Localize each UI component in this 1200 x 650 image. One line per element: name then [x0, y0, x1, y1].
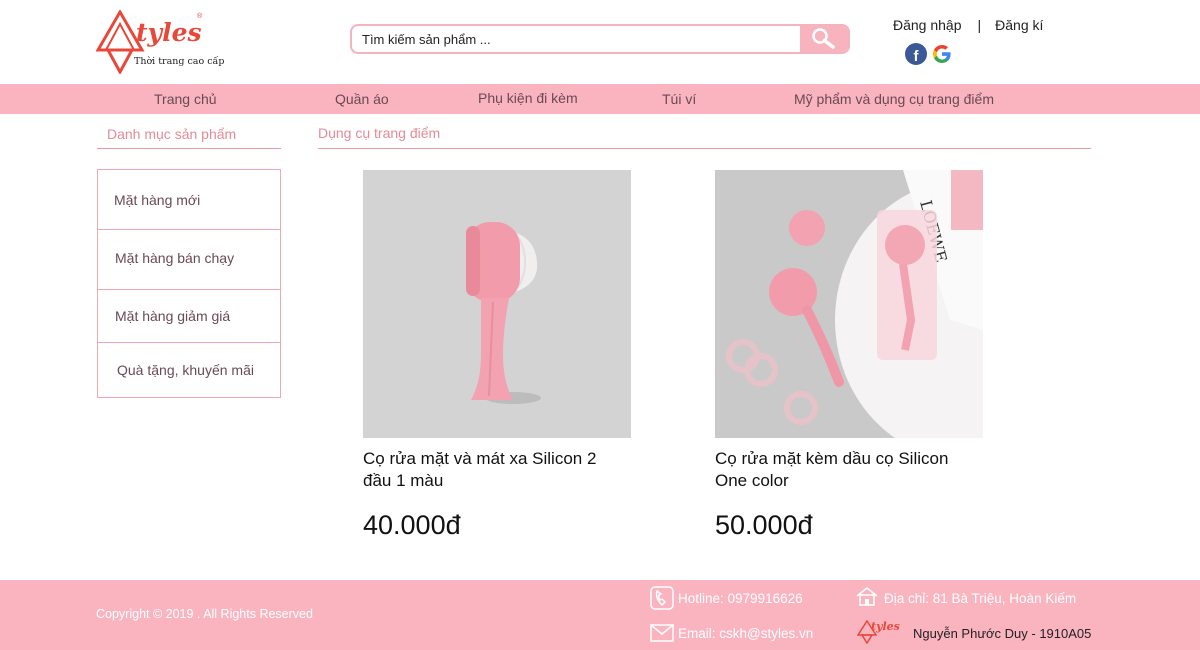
social-login: f — [905, 43, 953, 65]
email-icon — [650, 624, 674, 642]
category-label: Mặt hàng mới — [114, 191, 201, 208]
product-card: Cọ rửa mặt và mát xa Silicon 2 đầu 1 màu… — [363, 170, 631, 541]
product-price: 40.000đ — [363, 510, 461, 540]
product-price: 50.000đ — [715, 510, 813, 540]
address-text: Địa chỉ: 81 Bà Triệu, Hoàn Kiếm — [884, 591, 1077, 606]
sidebar-title: Danh mục sản phẩm — [107, 126, 237, 142]
nav-item-home[interactable]: Trang chủ — [154, 91, 217, 107]
nav-item-clothing[interactable]: Quần áo — [335, 91, 389, 107]
category-label: Quà tặng, khuyến mãi — [117, 362, 254, 378]
footer-logo: tyles — [856, 619, 905, 646]
category-list: Mặt hàng mới Mặt hàng bán chạy Mặt hàng … — [97, 169, 281, 398]
face-brush-image — [363, 170, 631, 438]
copyright-text: Copyright © 2019 . All Rights Reserved — [96, 607, 313, 621]
brand-logo[interactable]: tyles ® Thời trang cao cấp — [95, 9, 225, 76]
sidebar-divider — [97, 148, 281, 149]
product-card: LOEWE Cọ rửa mặt kèm dầu cọ Silicon One … — [715, 170, 983, 541]
register-link[interactable]: Đăng kí — [995, 17, 1043, 33]
footer: Copyright © 2019 . All Rights Reserved H… — [0, 580, 1200, 650]
category-item-new[interactable]: Mặt hàng mới — [98, 170, 280, 230]
product-name[interactable]: Cọ rửa mặt và mát xa Silicon 2 đầu 1 màu — [363, 448, 623, 492]
auth-separator: | — [977, 17, 982, 33]
page: tyles ® Thời trang cao cấp Đăng nhập|Đăn… — [0, 0, 1200, 650]
logo-registered: ® — [197, 13, 203, 20]
email-text[interactable]: Email: cskh@styles.vn — [678, 626, 813, 641]
auth-links: Đăng nhập | Đăng kí — [893, 17, 1043, 33]
section-divider — [318, 148, 1091, 149]
search-input[interactable] — [352, 26, 800, 52]
category-item-gifts[interactable]: Quà tặng, khuyến mãi — [98, 343, 280, 397]
category-item-bestseller[interactable]: Mặt hàng bán chạy — [98, 230, 280, 290]
section-title: Dụng cụ trang điểm — [318, 125, 441, 141]
product-name[interactable]: Cọ rửa mặt kèm dầu cọ Silicon One color — [715, 448, 975, 492]
logo-text: tyles — [136, 18, 202, 47]
nav-item-cosmetics[interactable]: Mỹ phẩm và dụng cụ trang điểm — [794, 91, 994, 107]
category-label: Mặt hàng bán chạy — [115, 249, 235, 266]
brush-set-image: LOEWE — [715, 170, 983, 438]
home-icon — [856, 586, 878, 606]
search-icon — [812, 28, 835, 49]
logo-tagline: Thời trang cao cấp — [134, 56, 225, 67]
login-link[interactable]: Đăng nhập — [893, 17, 962, 33]
hotline-text[interactable]: Hotline: 0979916626 — [678, 591, 803, 606]
product-image[interactable]: LOEWE — [715, 170, 983, 438]
google-icon[interactable] — [931, 43, 953, 65]
footer-logo-text: tyles — [871, 620, 900, 633]
category-item-discount[interactable]: Mặt hàng giảm giá — [98, 290, 280, 343]
main-nav: Trang chủ Quần áo Phụ kiện đi kèm Túi ví… — [0, 84, 1200, 114]
nav-item-accessories[interactable]: Phụ kiện đi kèm — [478, 90, 578, 106]
nav-item-bags[interactable]: Túi ví — [662, 91, 696, 107]
search-button[interactable] — [800, 26, 848, 52]
phone-icon — [650, 586, 674, 610]
header: tyles ® Thời trang cao cấp Đăng nhập|Đăn… — [0, 0, 1200, 84]
author-text: Nguyễn Phước Duy - 1910A05 — [913, 626, 1092, 641]
facebook-icon[interactable]: f — [905, 43, 927, 65]
search-bar — [350, 24, 850, 54]
category-label: Mặt hàng giảm giá — [115, 308, 231, 324]
product-image[interactable] — [363, 170, 631, 438]
